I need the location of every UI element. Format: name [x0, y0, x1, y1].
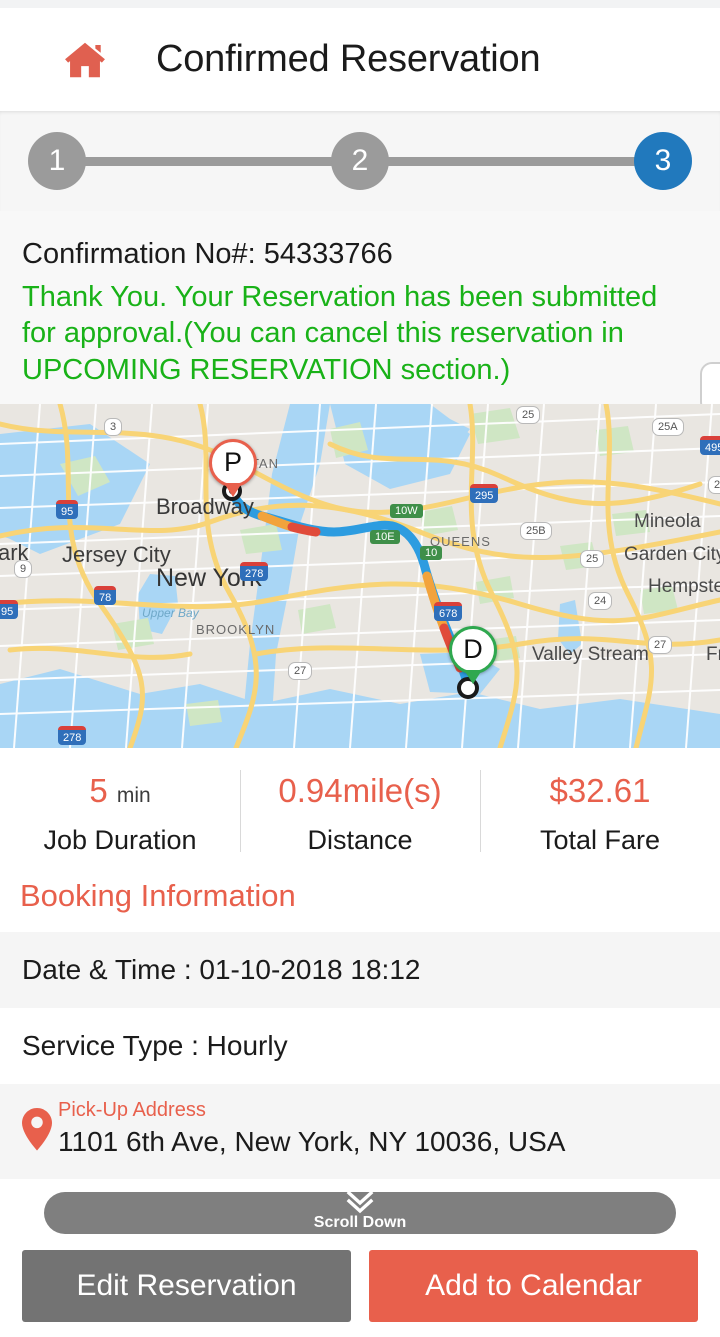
- pickup-marker-tail: [224, 482, 242, 497]
- map-pin-icon: [22, 1108, 52, 1151]
- pickup-address-text: Pick-Up Address 1101 6th Ave, New York, …: [58, 1098, 565, 1160]
- job-duration-value: 5 min: [0, 766, 240, 816]
- map-shield-10e: 10E: [370, 529, 400, 544]
- double-chevron-down-icon: [346, 1192, 374, 1214]
- status-strip: [0, 0, 720, 8]
- map-shield-25c: 25: [708, 475, 720, 495]
- map-shield-i78: 78: [94, 585, 117, 605]
- stepper-step-1[interactable]: 1: [28, 132, 86, 190]
- map-shield-27b: 27: [648, 635, 673, 655]
- map-canvas: [0, 403, 720, 748]
- booking-date-time-text: Date & Time : 01-10-2018 18:12: [22, 954, 421, 986]
- map-shield-25b: 25B: [520, 521, 552, 541]
- route-map[interactable]: TTAN Broadway Jersey City New York ark B…: [0, 403, 720, 748]
- map-shield-9: 9: [14, 559, 33, 579]
- stat-total-fare: $32.61 Total Fare: [480, 766, 720, 857]
- stepper-step-2[interactable]: 2: [331, 132, 389, 190]
- stat-job-duration: 5 min Job Duration: [0, 766, 240, 857]
- scroll-down-hint[interactable]: Scroll Down: [44, 1192, 676, 1234]
- map-shield-i278: 278: [240, 561, 269, 581]
- pickup-address-label: Pick-Up Address: [58, 1099, 206, 1122]
- dropoff-marker-tail: [464, 669, 482, 684]
- dropoff-marker-label: D: [463, 634, 483, 665]
- booking-date-time-row: Date & Time : 01-10-2018 18:12: [0, 932, 720, 1009]
- pickup-marker[interactable]: P: [209, 438, 257, 487]
- map-shield-3: 3: [104, 417, 123, 437]
- map-shield-24: 24: [588, 591, 613, 611]
- scroll-down-label: Scroll Down: [313, 1214, 407, 1231]
- stepper-step-1-label: 1: [48, 144, 66, 177]
- map-shield-10w: 10W: [390, 503, 423, 518]
- confirmation-message: Thank You. Your Reservation has been sub…: [22, 281, 658, 386]
- booking-information-title: Booking Information: [0, 868, 720, 933]
- page-title: Confirmed Reservation: [156, 38, 541, 80]
- app-header: Confirmed Reservation: [0, 8, 720, 111]
- booking-service-type-text: Service Type : Hourly: [22, 1030, 288, 1062]
- home-icon[interactable]: [62, 37, 108, 83]
- map-shield-10: 10: [420, 545, 443, 560]
- dropoff-marker[interactable]: D: [449, 625, 497, 674]
- stepper-step-3[interactable]: 3: [634, 132, 692, 190]
- pickup-address-value: 1101 6th Ave, New York, NY 10036, USA: [58, 1126, 566, 1158]
- stat-distance: 0.94mile(s) Distance: [240, 766, 480, 857]
- stepper-step-3-label: 3: [654, 144, 672, 177]
- booking-service-type-row: Service Type : Hourly: [0, 1008, 720, 1085]
- map-shield-i95b: 95: [0, 599, 19, 619]
- map-shield-i95: 95: [56, 499, 79, 519]
- map-shield-25top: 25: [516, 405, 541, 425]
- total-fare-label: Total Fare: [539, 825, 661, 856]
- job-duration-unit: min: [116, 783, 151, 807]
- job-duration-label: Job Duration: [43, 825, 197, 856]
- pickup-marker-label: P: [223, 447, 242, 478]
- bottom-action-bar: Edit Reservation Add to Calendar: [0, 1235, 720, 1337]
- map-shield-i678: 678: [434, 601, 463, 621]
- map-shield-i495: 495: [700, 435, 720, 455]
- pickup-address-row: Pick-Up Address 1101 6th Ave, New York, …: [0, 1084, 720, 1179]
- map-shield-25a: 25A: [652, 417, 684, 437]
- edit-reservation-button[interactable]: Edit Reservation: [22, 1250, 351, 1322]
- distance-label: Distance: [307, 825, 413, 856]
- confirmation-number: Confirmation No#: 54333766: [22, 238, 393, 270]
- map-shield-i295: 295: [470, 483, 499, 503]
- map-shield-i278b: 278: [58, 725, 87, 745]
- job-duration-number: 5: [89, 771, 108, 809]
- stepper-connector-2: [385, 156, 638, 166]
- distance-value: 0.94mile(s): [278, 771, 442, 809]
- total-fare-value: $32.61: [549, 771, 651, 809]
- trip-summary-stats: 5 min Job Duration 0.94mile(s) Distance …: [0, 747, 720, 869]
- reservation-stepper: 1 2 3: [0, 111, 720, 211]
- add-to-calendar-button[interactable]: Add to Calendar: [369, 1250, 698, 1322]
- confirmation-block: Confirmation No#: 54333766 Thank You. Yo…: [0, 211, 720, 404]
- map-shield-25: 25: [580, 549, 605, 569]
- stepper-step-2-label: 2: [351, 144, 369, 177]
- stepper-connector-1: [82, 156, 335, 166]
- map-shield-27: 27: [288, 661, 313, 681]
